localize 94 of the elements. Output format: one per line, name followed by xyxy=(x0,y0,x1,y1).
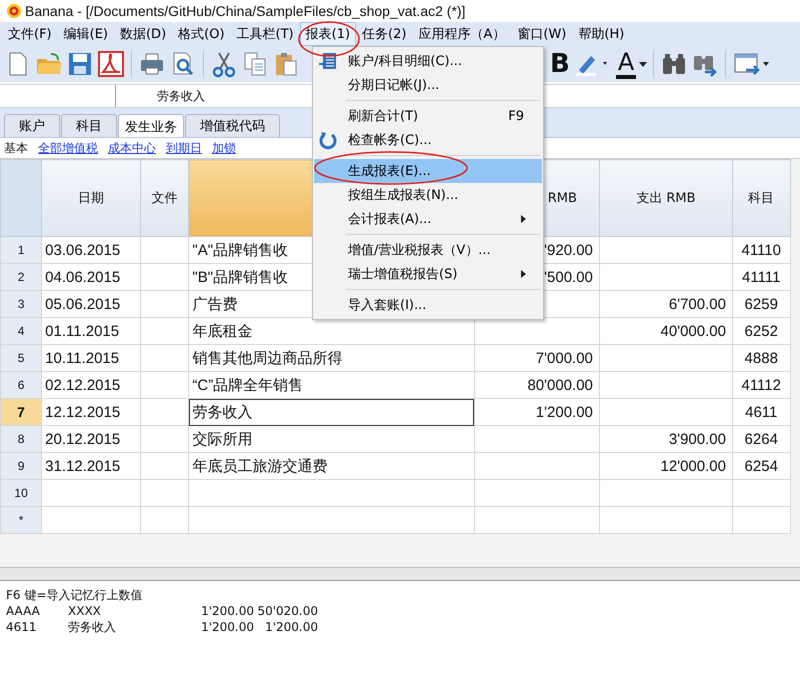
table-cell: 41112 xyxy=(732,372,790,398)
table-cell: 01.11.2015 xyxy=(42,318,140,344)
table-cell: 7'000.00 xyxy=(474,344,600,372)
table-cell: 3'900.00 xyxy=(599,426,732,452)
shortcut-text: F9 xyxy=(508,108,524,124)
row-number: * xyxy=(0,506,42,534)
caret-icon[interactable] xyxy=(639,62,648,66)
table-cell: 6259 xyxy=(732,290,790,318)
table-cell: 10.11.2015 xyxy=(42,344,140,372)
account-code: AAAA xyxy=(6,603,41,619)
table-cell: 销售其他周边商品所得 xyxy=(188,344,474,372)
account-name: XXXX xyxy=(68,603,102,619)
menu-item[interactable]: 按组生成报表(N)... xyxy=(314,183,542,207)
row-number: 5 xyxy=(0,344,42,372)
row-number: 2 xyxy=(0,264,42,290)
row-number: 6 xyxy=(0,372,42,398)
menu-item[interactable]: 工具栏(T) xyxy=(230,22,300,46)
menu-item[interactable]: 生成报表(E)... xyxy=(314,159,542,183)
view-link[interactable]: 加锁 xyxy=(208,140,240,156)
table-cell: 03.06.2015 xyxy=(42,236,140,264)
menu-item[interactable]: 文件(F) xyxy=(2,22,58,46)
row-number: 8 xyxy=(0,426,42,452)
table-cell: 12'000.00 xyxy=(599,452,732,480)
row-number: 7 xyxy=(0,398,42,426)
table-cell: 年底员工旅游交通费 xyxy=(188,452,474,480)
tab[interactable]: 发生业务 xyxy=(118,114,184,137)
logo-icon xyxy=(6,3,22,19)
menu-item[interactable]: 分期日记帐(J)... xyxy=(314,73,542,97)
table-cell xyxy=(732,480,790,506)
table-cell: 40'000.00 xyxy=(599,318,732,344)
row-number: 9 xyxy=(0,452,42,480)
account-code: 4611 xyxy=(6,619,38,635)
tab[interactable]: 账户 xyxy=(4,114,60,137)
save-icon[interactable] xyxy=(66,50,94,78)
table-cell: “C”品牌全年销售 xyxy=(188,372,474,398)
horizontal-scrollbar[interactable] xyxy=(0,567,800,581)
scissors-icon[interactable] xyxy=(210,50,238,78)
column-header[interactable]: 科目 xyxy=(732,160,790,236)
bold-button[interactable]: B xyxy=(550,50,570,78)
menu-item[interactable]: 账户/科目明细(C)... xyxy=(314,49,542,73)
table-cell: 41111 xyxy=(732,264,790,290)
column-header[interactable]: 支出 RMB xyxy=(599,160,732,236)
row-number: 10 xyxy=(0,480,42,506)
menu-item[interactable]: 帮助(H) xyxy=(572,22,630,46)
table-cell: 6252 xyxy=(732,318,790,344)
table-cell: 4888 xyxy=(732,344,790,372)
column-header[interactable]: 日期 xyxy=(42,160,140,236)
column-header[interactable]: 文件 xyxy=(140,160,189,236)
menu-item[interactable]: 任务(2) xyxy=(356,22,412,46)
table-cell: 04.06.2015 xyxy=(42,264,140,290)
balance-text: 1'200.00 xyxy=(264,619,318,635)
balance-text: 50'020.00 xyxy=(256,603,318,619)
table-cell: 6'700.00 xyxy=(599,290,732,318)
row-number: 3 xyxy=(0,290,42,318)
tab[interactable]: 科目 xyxy=(61,114,117,137)
row-number: 1 xyxy=(0,236,42,264)
font-color-button[interactable]: A xyxy=(616,49,636,79)
amount-text: 1'200.00 xyxy=(200,603,254,619)
table-cell: 6264 xyxy=(732,426,790,452)
amount-text: 1'200.00 xyxy=(200,619,254,635)
table-cell: 12.12.2015 xyxy=(42,398,140,426)
table-cell: 劳务收入 xyxy=(188,398,474,426)
table-cell: 1'200.00 xyxy=(474,398,600,426)
tab[interactable]: 增值税代码 xyxy=(185,114,280,137)
view-link[interactable]: 到期日 xyxy=(162,140,206,156)
table-cell: 80'000.00 xyxy=(474,372,600,398)
menu-item[interactable]: 应用程序（A） xyxy=(412,22,512,46)
menu-item[interactable]: 数据(D) xyxy=(114,22,172,46)
table-cell: 05.06.2015 xyxy=(42,290,140,318)
input-field[interactable]: 劳务收入 xyxy=(116,85,246,107)
table-cell: 6254 xyxy=(732,452,790,480)
menu-item[interactable]: 会计报表(A)... xyxy=(314,207,542,231)
table-cell: 02.12.2015 xyxy=(42,372,140,398)
pdf-icon[interactable] xyxy=(97,50,125,78)
row-number: 4 xyxy=(0,318,42,344)
table-cell: 20.12.2015 xyxy=(42,426,140,452)
menu-item[interactable]: 检查帐务(C)... xyxy=(314,128,542,152)
view-link[interactable]: 成本中心 xyxy=(104,140,160,156)
view-link[interactable]: 基本 xyxy=(0,140,32,156)
window-title: Banana - [/Documents/GitHub/China/SampleFiles/cb_shop_vat.ac2 (*)] xyxy=(25,3,466,19)
menu-item[interactable]: 刷新合计(T) F9 xyxy=(314,104,542,128)
account-name: 劳务收入 xyxy=(68,619,117,635)
hint-text: F6 键=导入记忆行上数值 xyxy=(6,587,144,603)
table-cell xyxy=(732,506,790,534)
table-cell: 年底租金 xyxy=(188,318,474,344)
menu-item[interactable]: 报表(1) xyxy=(300,22,356,46)
table-cell: 交际所用 xyxy=(188,426,474,452)
view-link[interactable]: 全部增值税 xyxy=(34,140,102,156)
table-cell: 41110 xyxy=(732,236,790,264)
table-cell: 31.12.2015 xyxy=(42,452,140,480)
menu-item[interactable]: 窗口(W) xyxy=(511,22,572,46)
menu-item[interactable]: 格式(O) xyxy=(172,22,231,46)
table-cell: 4611 xyxy=(732,398,790,426)
menu-item[interactable]: 编辑(E) xyxy=(58,22,114,46)
